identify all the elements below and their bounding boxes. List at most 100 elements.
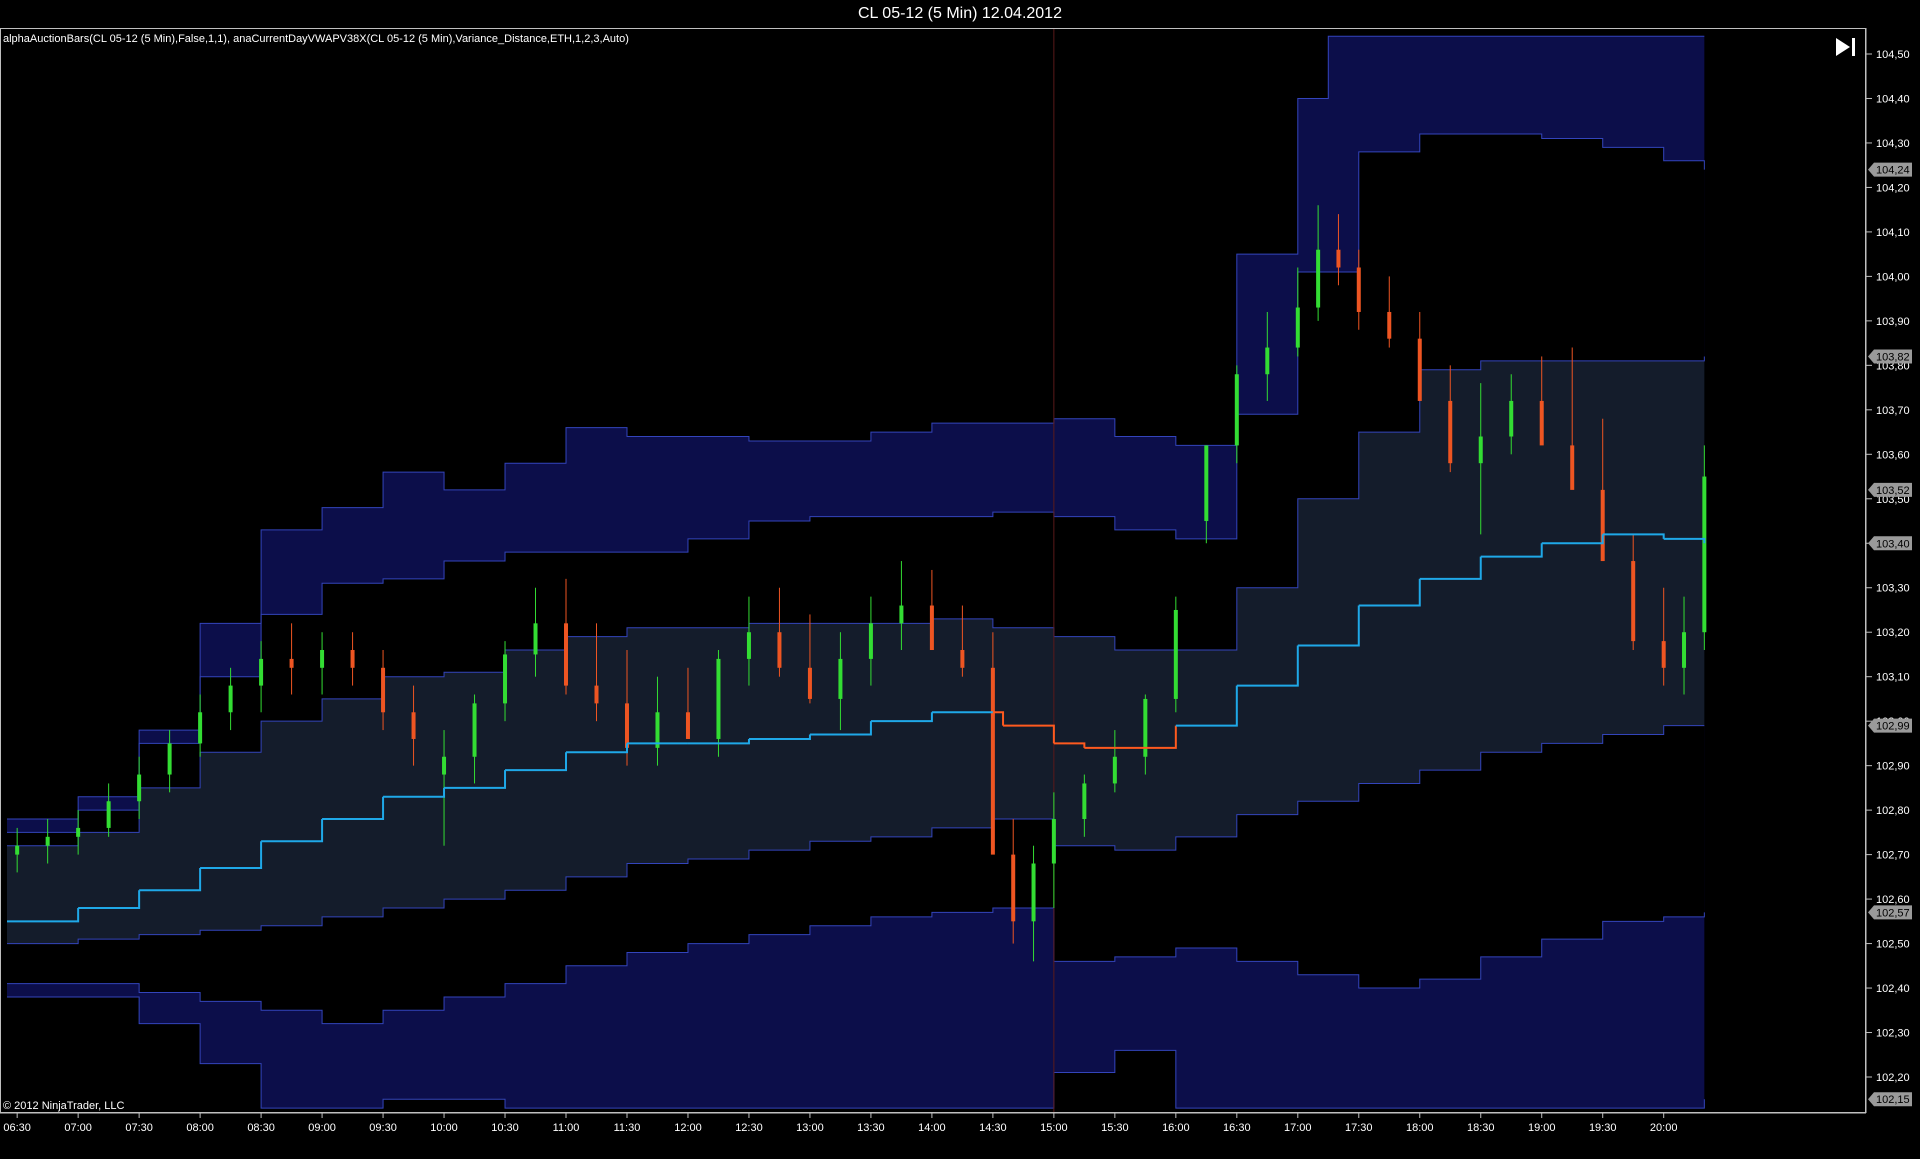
time-tick-label: 11:00	[553, 1122, 580, 1134]
candle-body	[960, 650, 965, 668]
candle-body	[442, 756, 447, 775]
time-axis: 06:30 07:00 07:30 08:00 08:30 09:00 09:30 10:00…	[0, 1112, 1866, 1134]
candle-body	[1682, 632, 1687, 668]
time-tick-label: 14:30	[979, 1122, 1007, 1134]
time-tick-label: 06:30	[3, 1122, 31, 1134]
price-marker-label: 102,99	[1876, 721, 1910, 733]
time-tick-label: 16:00	[1162, 1122, 1190, 1134]
candle-body	[1173, 609, 1178, 699]
candle-body	[198, 712, 203, 744]
time-tick-label: 17:30	[1345, 1122, 1373, 1134]
price-tick-label: 102,60	[1876, 894, 1910, 906]
price-marker: 102,15	[1868, 1092, 1912, 1107]
time-tick-label: 18:00	[1406, 1122, 1434, 1134]
price-tick-label: 104,30	[1876, 138, 1910, 150]
candle-body	[350, 650, 355, 668]
candle-body	[228, 685, 233, 713]
price-marker: 102,57	[1868, 905, 1912, 920]
candle-body	[868, 623, 873, 659]
price-tick-label: 104,40	[1876, 93, 1910, 105]
price-marker: 102,99	[1868, 718, 1912, 733]
candle-body	[990, 667, 995, 855]
candle-body	[1112, 756, 1117, 784]
price-tick-label: 103,20	[1876, 627, 1910, 639]
candle-body	[1265, 347, 1270, 375]
price-marker-label: 103,40	[1876, 538, 1910, 550]
price-marker-label: 103,82	[1876, 351, 1910, 363]
skip-to-end-icon	[1836, 38, 1855, 56]
time-tick-label: 11:30	[614, 1122, 641, 1134]
vwap-bands	[7, 35, 1705, 1109]
time-tick-label: 07:00	[64, 1122, 92, 1134]
price-marker: 103,52	[1868, 482, 1912, 497]
time-tick-label: 18:30	[1467, 1122, 1495, 1134]
price-marker: 103,82	[1868, 349, 1912, 364]
price-tick-label: 102,70	[1876, 850, 1910, 862]
candle-body	[594, 685, 599, 704]
price-marker: 104,24	[1868, 162, 1912, 177]
price-tick-label: 103,30	[1876, 583, 1910, 595]
candle-body	[503, 654, 508, 704]
candle-body	[106, 801, 111, 828]
price-tick-label: 103,90	[1876, 316, 1910, 328]
candle-body	[1011, 854, 1016, 922]
price-marker-label: 104,24	[1876, 165, 1910, 177]
candle-body	[1448, 400, 1453, 464]
time-tick-label: 19:30	[1589, 1122, 1617, 1134]
candle-body	[259, 658, 264, 686]
time-tick-label: 08:00	[186, 1122, 214, 1134]
time-tick-label: 14:00	[918, 1122, 946, 1134]
price-tick-label: 103,70	[1876, 405, 1910, 417]
price-tick-label: 102,90	[1876, 761, 1910, 773]
price-chart[interactable]: 104,50 104,40 104,30 104,20 104,10 104,00 103,…	[0, 0, 1920, 1159]
candle-body	[1204, 445, 1209, 522]
candle-body	[1539, 400, 1544, 446]
candle-body	[838, 658, 843, 699]
candle-body	[929, 605, 934, 651]
candle-body	[1570, 445, 1575, 490]
time-tick-label: 15:30	[1101, 1122, 1129, 1134]
time-tick-label: 13:00	[796, 1122, 824, 1134]
candle-body	[1031, 863, 1036, 922]
candle-body	[1295, 307, 1300, 348]
candle-body	[289, 658, 294, 668]
time-tick-label: 09:30	[369, 1122, 397, 1134]
candle-body	[1336, 249, 1341, 268]
price-tick-label: 102,20	[1876, 1072, 1910, 1084]
time-tick-label: 19:00	[1528, 1122, 1556, 1134]
candle-body	[1051, 819, 1056, 864]
time-tick-label: 09:00	[308, 1122, 336, 1134]
time-tick-label: 07:30	[125, 1122, 153, 1134]
price-tick-label: 104,50	[1876, 49, 1910, 61]
time-tick-label: 10:30	[491, 1122, 519, 1134]
candle-body	[1661, 641, 1666, 668]
price-tick-label: 103,10	[1876, 672, 1910, 684]
candle-body	[15, 845, 20, 855]
price-tick-label: 102,40	[1876, 983, 1910, 995]
candle-body	[807, 667, 812, 699]
candle-body	[1702, 476, 1707, 633]
candle	[1173, 596, 1178, 713]
copyright-notice: © 2012 NinjaTrader, LLC	[3, 1100, 125, 1112]
candle-body	[1509, 400, 1514, 437]
candle-body	[1316, 249, 1321, 308]
time-tick-label: 16:30	[1223, 1122, 1251, 1134]
indicator-label: alphaAuctionBars(CL 05-12 (5 Min),False,…	[3, 33, 629, 45]
candle-body	[381, 667, 386, 713]
candle-body	[167, 743, 172, 775]
time-tick-label: 12:30	[735, 1122, 763, 1134]
price-axis: 104,50 104,40 104,30 104,20 104,10 104,00 103,…	[1865, 28, 1912, 1113]
candle-body	[533, 623, 538, 655]
candle-body	[1478, 436, 1483, 464]
candle-body	[411, 712, 416, 739]
candle-body	[1082, 783, 1087, 820]
candle-body	[137, 774, 142, 802]
candle-body	[685, 712, 690, 739]
candle-body	[320, 650, 325, 668]
scroll-to-end-button[interactable]	[1834, 36, 1858, 58]
candle-body	[472, 703, 477, 757]
candle-body	[564, 623, 569, 686]
candle-body	[1234, 374, 1239, 446]
candle-body	[1356, 267, 1361, 312]
time-tick-label: 08:30	[247, 1122, 275, 1134]
